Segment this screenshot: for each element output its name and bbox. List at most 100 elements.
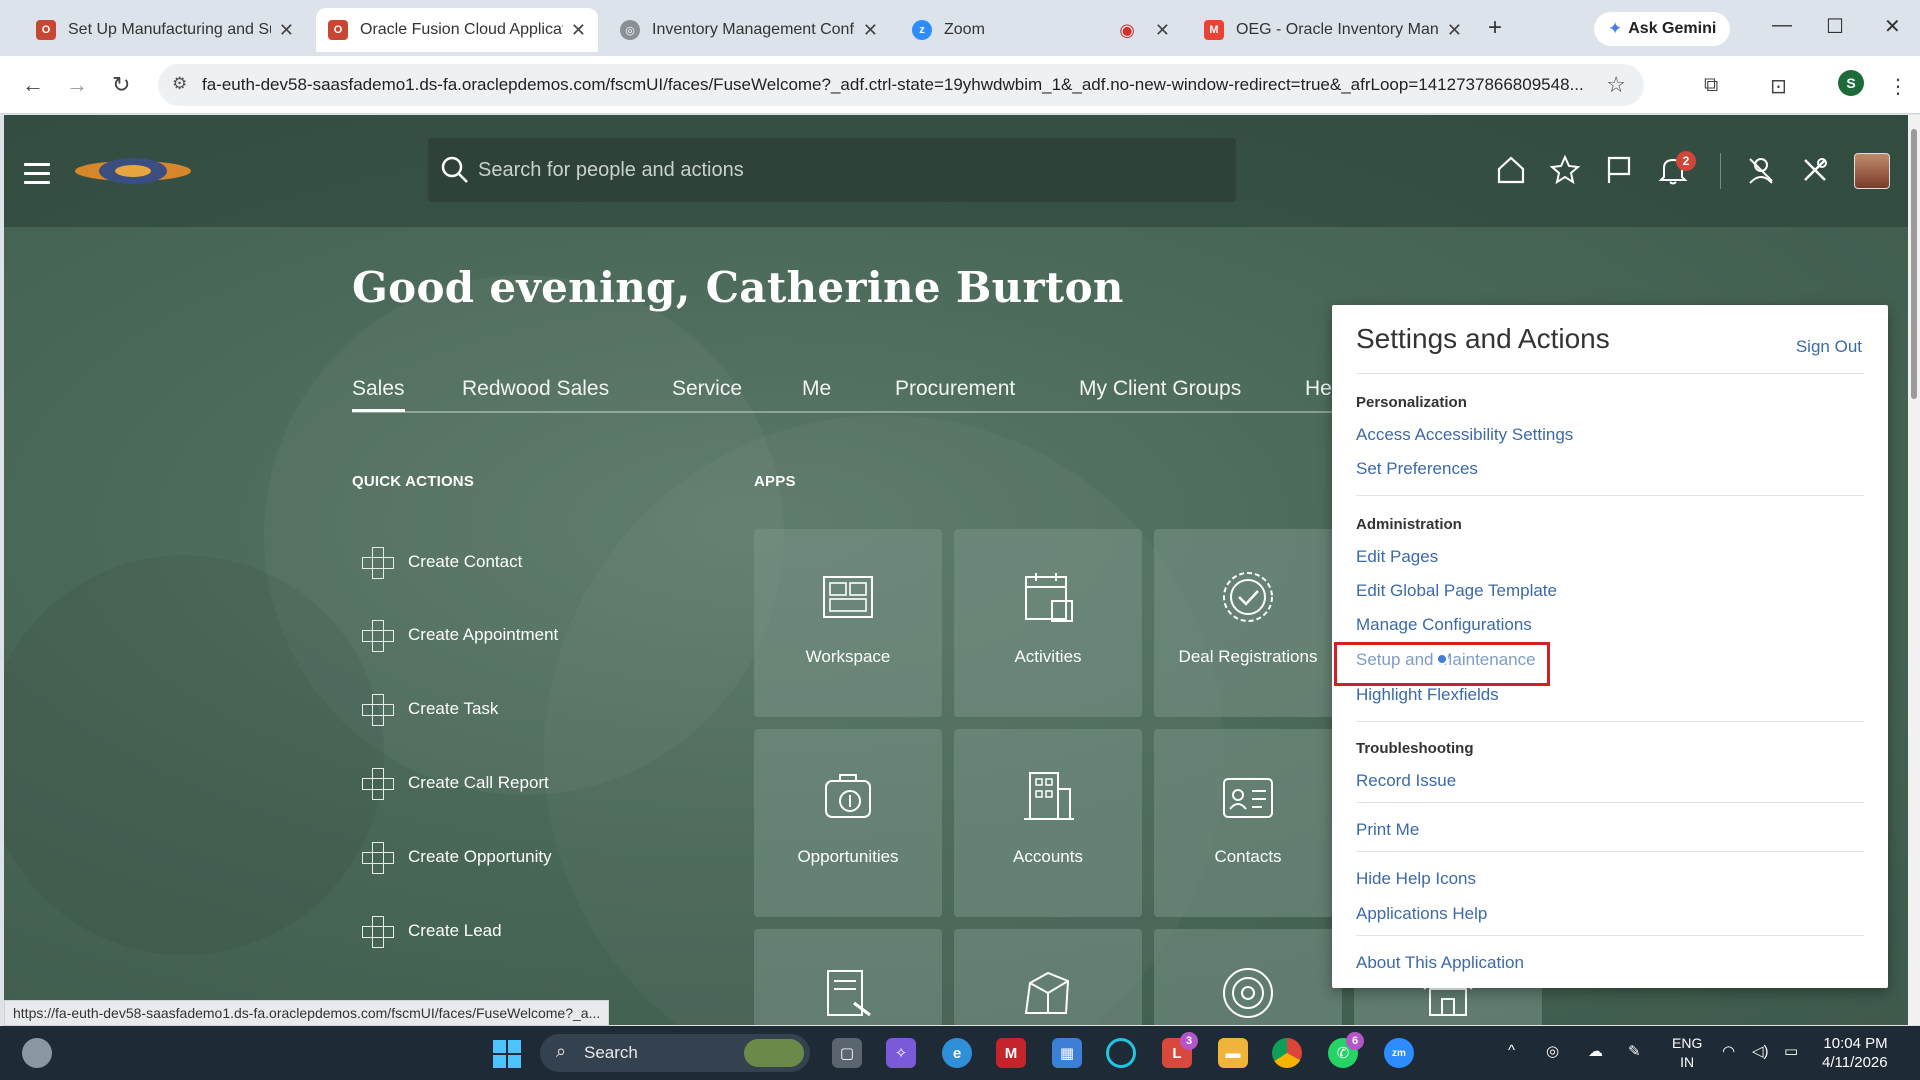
edge-browser-icon[interactable]: e [942, 1038, 972, 1068]
taskbar-clock[interactable]: 10:04 PM 4/11/2026 [1822, 1034, 1888, 1072]
quick-action-create-task[interactable]: Create Task [362, 689, 498, 729]
app-tile-row3-2[interactable] [954, 929, 1142, 1025]
app-tile-row3-3[interactable] [1154, 929, 1342, 1025]
mcafee-icon[interactable]: M [996, 1038, 1026, 1068]
close-icon[interactable]: ✕ [1447, 20, 1462, 41]
profile-avatar[interactable]: S [1838, 70, 1864, 96]
volume-icon[interactable]: ◁) [1752, 1042, 1769, 1060]
weather-widget-icon[interactable] [22, 1038, 52, 1068]
extensions-icon[interactable]: ⧉ [1704, 74, 1718, 97]
onedrive-icon[interactable]: ☁ [1588, 1042, 1603, 1060]
app-tile-opportunities[interactable]: Opportunities [754, 729, 942, 917]
app-tile-activities[interactable]: Activities [954, 529, 1142, 717]
quick-action-create-call-report[interactable]: Create Call Report [362, 763, 549, 803]
back-arrow-icon[interactable]: ← [22, 72, 44, 98]
new-tab-button[interactable]: + [1488, 14, 1502, 42]
ask-gemini-button[interactable]: ✦ Ask Gemini [1594, 12, 1731, 46]
alexa-icon[interactable] [1106, 1038, 1136, 1068]
highlight-flexfields-link[interactable]: Highlight Flexfields [1356, 685, 1499, 705]
bookmark-star-icon[interactable]: ☆ [1606, 72, 1626, 98]
quick-action-create-lead[interactable]: Create Lead [362, 911, 502, 951]
close-icon[interactable]: ✕ [863, 20, 878, 41]
minimize-icon[interactable]: — [1772, 14, 1792, 37]
tile-label: Workspace [805, 647, 891, 666]
watchlist-flag-icon[interactable] [1604, 155, 1634, 185]
tab-sales[interactable]: Sales [352, 377, 405, 412]
tab-me[interactable]: Me [802, 377, 831, 401]
tools-crossed-icon[interactable] [1800, 155, 1830, 185]
browser-tab-zoom[interactable]: z Zoom ◉ ✕ [900, 8, 1182, 52]
close-icon[interactable]: ✕ [571, 20, 586, 41]
workspace-icon [823, 576, 873, 618]
language-indicator[interactable]: ENG IN [1672, 1034, 1702, 1072]
copilot-icon[interactable]: ✧ [886, 1038, 916, 1068]
quick-action-create-opportunity[interactable]: Create Opportunity [362, 837, 552, 877]
browser-tab-inventory-config[interactable]: ◎ Inventory Management Config ✕ [608, 8, 890, 52]
search-highlight-image [744, 1039, 804, 1067]
taskbar-search-box[interactable]: ⌕ Search [540, 1034, 810, 1072]
hide-help-icons-link[interactable]: Hide Help Icons [1356, 869, 1476, 889]
about-this-application-link[interactable]: About This Application [1356, 953, 1524, 973]
home-icon[interactable] [1496, 155, 1526, 185]
tab-help[interactable]: He [1305, 377, 1332, 401]
oracle-icon: O [36, 20, 56, 40]
set-preferences-link[interactable]: Set Preferences [1356, 459, 1478, 479]
edit-global-page-template-link[interactable]: Edit Global Page Template [1356, 581, 1557, 601]
sign-out-link[interactable]: Sign Out [1796, 337, 1862, 357]
tab-service[interactable]: Service [672, 377, 742, 401]
app-tile-workspace[interactable]: Workspace [754, 529, 942, 717]
file-explorer-icon[interactable]: ▬ [1218, 1038, 1248, 1068]
menu-kebab-icon[interactable]: ⋮ [1888, 74, 1908, 99]
cast-icon[interactable]: ⊡ [1770, 74, 1787, 99]
sync-icon[interactable]: ◎ [1546, 1042, 1559, 1060]
microsoft-store-icon[interactable]: ▦ [1052, 1038, 1082, 1068]
applications-help-link[interactable]: Applications Help [1356, 904, 1487, 924]
browser-tab-gmail[interactable]: M OEG - Oracle Inventory Manag ✕ [1192, 8, 1474, 52]
app-tile-accounts[interactable]: Accounts [954, 729, 1142, 917]
user-avatar[interactable] [1854, 153, 1890, 189]
company-logo[interactable] [70, 153, 196, 189]
wifi-icon[interactable]: ◠ [1722, 1042, 1735, 1060]
battery-icon[interactable]: ▭ [1784, 1042, 1798, 1060]
scrollbar-thumb[interactable] [1911, 129, 1917, 399]
record-issue-link[interactable]: Record Issue [1356, 771, 1456, 791]
divider [1356, 802, 1864, 803]
app-tile-contacts[interactable]: Contacts [1154, 729, 1342, 917]
browser-tab-setup-manufacturing[interactable]: O Set Up Manufacturing and Sup ✕ [24, 8, 306, 52]
user-no-access-icon[interactable] [1746, 155, 1776, 185]
chevron-up-icon[interactable]: ^ [1508, 1042, 1515, 1059]
global-search-input[interactable]: Search for people and actions [428, 138, 1236, 202]
browser-tab-oracle-fusion[interactable]: O Oracle Fusion Cloud Applicatic ✕ [316, 8, 598, 52]
zoom-taskbar-icon[interactable]: zm [1384, 1038, 1414, 1068]
app-tile-row3-1[interactable] [754, 929, 942, 1025]
task-view-icon[interactable]: ▢ [832, 1038, 862, 1068]
app-tile-deal-registrations[interactable]: Deal Registrations [1154, 529, 1342, 717]
plus-icon [362, 620, 394, 652]
access-accessibility-settings-link[interactable]: Access Accessibility Settings [1356, 425, 1573, 445]
reload-icon[interactable]: ↻ [112, 72, 130, 98]
oracle-app-canvas: Search for people and actions 2 Good eve… [4, 115, 1908, 1025]
windows-start-icon[interactable] [492, 1039, 522, 1069]
url-field[interactable]: ⚙ fa-euth-dev58-saasfademo1.ds-fa.oracle… [158, 64, 1644, 106]
print-me-link[interactable]: Print Me [1356, 820, 1419, 840]
tab-redwood-sales[interactable]: Redwood Sales [462, 377, 609, 401]
chrome-icon[interactable] [1272, 1038, 1302, 1068]
favorites-star-icon[interactable] [1550, 155, 1580, 185]
tab-my-client-groups[interactable]: My Client Groups [1079, 377, 1241, 401]
tab-procurement[interactable]: Procurement [895, 377, 1015, 401]
page-scrollbar[interactable] [1908, 115, 1920, 1025]
manage-configurations-link[interactable]: Manage Configurations [1356, 615, 1532, 635]
edit-pages-link[interactable]: Edit Pages [1356, 547, 1438, 567]
site-settings-icon[interactable]: ⚙ [172, 74, 187, 94]
close-icon[interactable]: ✕ [1155, 20, 1170, 41]
quick-action-create-contact[interactable]: Create Contact [362, 542, 522, 582]
close-icon[interactable]: ✕ [279, 20, 294, 41]
quick-action-create-appointment[interactable]: Create Appointment [362, 615, 558, 655]
mic-icon[interactable]: ✎ [1628, 1042, 1641, 1060]
activities-icon [1025, 573, 1073, 622]
window-close-icon[interactable]: ✕ [1884, 14, 1901, 39]
hamburger-menu-icon[interactable] [24, 163, 50, 190]
forward-arrow-icon[interactable]: → [66, 72, 88, 98]
oracle-icon: O [328, 20, 348, 40]
maximize-icon[interactable]: ☐ [1826, 14, 1844, 39]
